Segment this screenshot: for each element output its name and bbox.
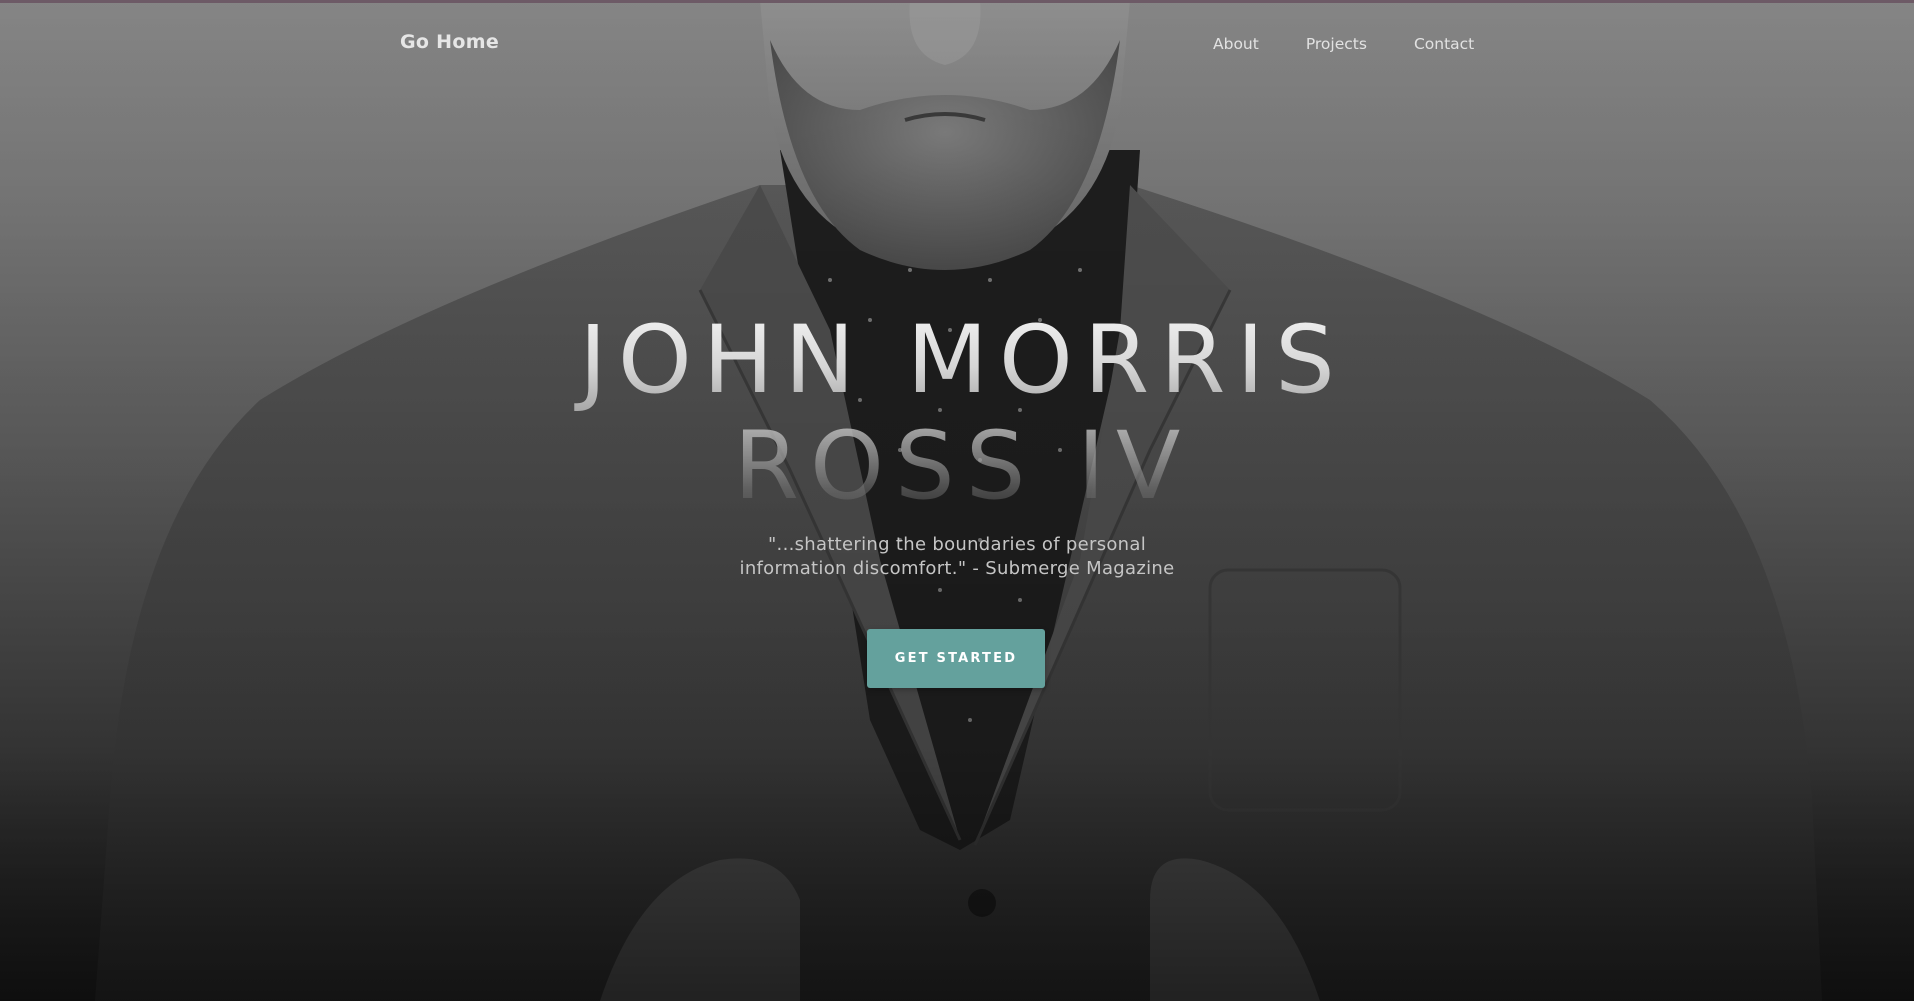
nav-links: About Projects Contact <box>1213 35 1474 53</box>
hero-title: JOHN MORRIS ROSS IV <box>0 308 1914 520</box>
hero-quote-line-2: information discomfort." - Submerge Maga… <box>739 558 1175 579</box>
hero-title-line-1: JOHN MORRIS <box>0 308 1914 414</box>
hero-title-line-2: ROSS IV <box>0 414 1914 520</box>
get-started-button[interactable]: GET STARTED <box>867 629 1045 688</box>
nav-link-about[interactable]: About <box>1213 35 1259 53</box>
brand-link[interactable]: Go Home <box>400 31 499 53</box>
nav-link-contact[interactable]: Contact <box>1414 35 1474 53</box>
nav-link-projects[interactable]: Projects <box>1306 35 1367 53</box>
navbar: Go Home About Projects Contact <box>0 0 1914 92</box>
hero-quote: "...shattering the boundaries of persona… <box>657 533 1257 581</box>
hero-quote-line-1: "...shattering the boundaries of persona… <box>767 534 1147 555</box>
landing-page: Go Home About Projects Contact JOHN MORR… <box>0 0 1914 1001</box>
